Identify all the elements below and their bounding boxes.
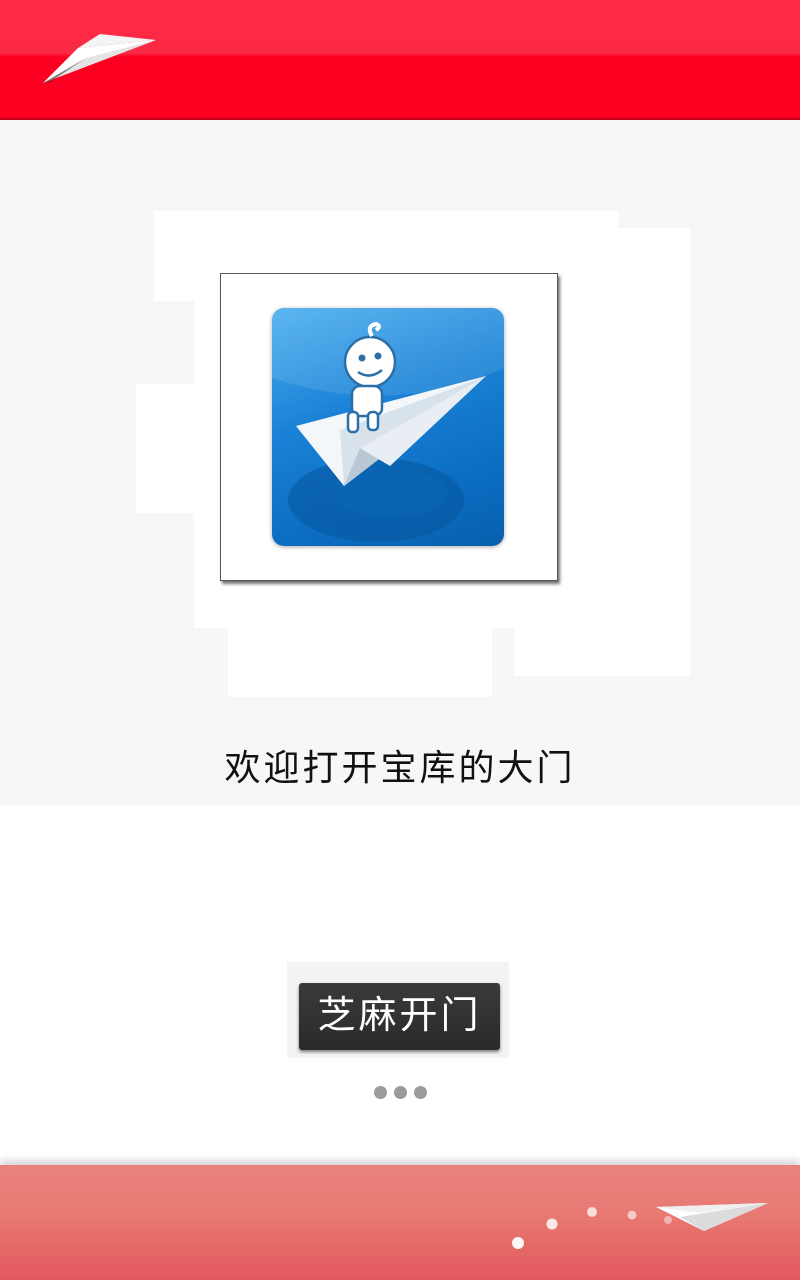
paper-plane-trail-icon: [512, 1203, 768, 1249]
loading-dot: [374, 1086, 387, 1099]
header-banner: [0, 0, 800, 120]
loading-dot: [394, 1086, 407, 1099]
logo-frame: [220, 273, 558, 581]
footer-banner: [0, 1165, 800, 1280]
open-sesame-button[interactable]: 芝麻开门: [299, 983, 500, 1050]
welcome-message: 欢迎打开宝库的大门: [224, 748, 576, 789]
splash-screen: 欢迎打开宝库的大门 芝麻开门: [0, 0, 800, 1280]
baby-riding-paper-plane-logo-icon: [272, 308, 504, 546]
background-patch: [228, 600, 492, 697]
loading-dots: [374, 1086, 428, 1100]
loading-dot: [414, 1086, 427, 1099]
paper-plane-icon: [43, 34, 156, 83]
